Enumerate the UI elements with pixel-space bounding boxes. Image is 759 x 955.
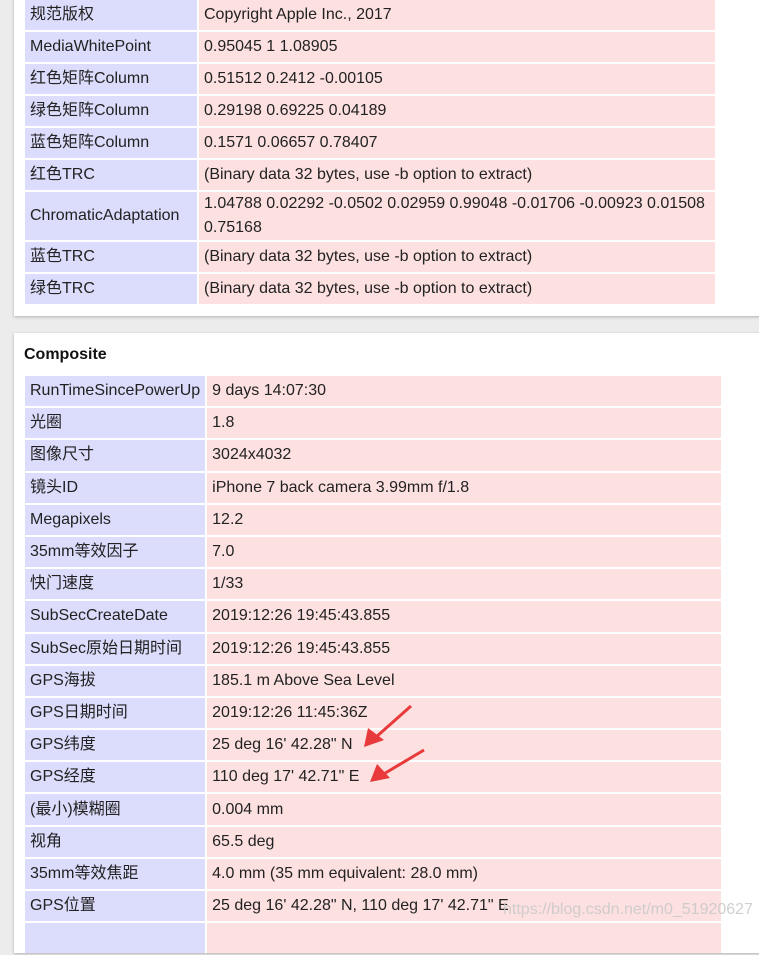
row-value: 9 days 14:07:30 — [205, 376, 722, 407]
table-row: ChromaticAdaptation 1.04788 0.02292 -0.05… — [25, 192, 715, 240]
row-key: 镜头ID — [25, 472, 206, 503]
table-row: SubSec原始日期时间 2019:12:26 19:45:43.855 — [25, 633, 722, 664]
row-key: GPS海拔 — [25, 665, 206, 696]
row-value: 0.29198 0.69225 0.04189 — [197, 96, 715, 126]
table-row: 规范版权 Copyright Apple Inc., 2017 — [25, 0, 715, 30]
row-key: 快门速度 — [25, 569, 206, 600]
composite-table: RunTimeSincePowerUp 9 days 14:07:30 光圈 1.8 图… — [25, 374, 722, 955]
row-value: 7.0 — [205, 536, 722, 568]
row-key: 规范版权 — [25, 0, 197, 30]
row-key: SubSec原始日期时间 — [25, 633, 206, 664]
row-value: (Binary data 32 bytes, use -b option to … — [197, 242, 715, 272]
row-key: (最小)模糊圈 — [25, 794, 206, 825]
composite-heading: Composite — [24, 346, 107, 363]
table-row: 绿色TRC (Binary data 32 bytes, use -b optio… — [25, 274, 715, 304]
row-value: 4.0 mm (35 mm equivalent: 28.0 mm) — [205, 858, 722, 889]
table-row: 蓝色TRC (Binary data 32 bytes, use -b optio… — [25, 242, 715, 272]
table-row: GPS海拔 185.1 m Above Sea Level — [25, 665, 722, 696]
row-key: GPS日期时间 — [25, 697, 206, 729]
row-key: 图像尺寸 — [25, 440, 206, 471]
table-row: (最小)模糊圈 0.004 mm — [25, 794, 722, 825]
table-row: RunTimeSincePowerUp 9 days 14:07:30 — [25, 376, 722, 407]
row-key: 红色矩阵Column — [25, 64, 197, 94]
row-value: 2019:12:26 11:45:36Z — [205, 697, 722, 729]
row-value: 2019:12:26 19:45:43.855 — [205, 633, 722, 664]
row-key: 蓝色TRC — [25, 242, 197, 272]
row-value: (Binary data 32 bytes, use -b option to … — [197, 274, 715, 304]
composite-card: Composite RunTimeSincePowerUp 9 days 14:0… — [14, 333, 759, 955]
row-value: 110 deg 17' 42.71" E — [205, 762, 722, 793]
table-row: 绿色矩阵Column 0.29198 0.69225 0.04189 — [25, 96, 715, 126]
row-value: 0.1571 0.06657 0.78407 — [197, 128, 715, 158]
row-key: MediaWhitePoint — [25, 32, 197, 62]
watermark: https://blog.csdn.net/m0_51920627 — [503, 901, 753, 918]
row-key: RunTimeSincePowerUp — [25, 376, 206, 407]
table-row: Megapixels 12.2 — [25, 504, 722, 535]
row-key: 视角 — [25, 826, 206, 857]
row-value: 3024x4032 — [205, 440, 722, 471]
table-row: 蓝色矩阵Column 0.1571 0.06657 0.78407 — [25, 128, 715, 158]
row-value: 12.2 — [205, 504, 722, 535]
row-value: 0.004 mm — [205, 794, 722, 825]
icc-profile-card: 规范版权 Copyright Apple Inc., 2017 MediaWhite… — [14, 0, 759, 316]
table-row: 光圈 1.8 — [25, 408, 722, 439]
row-key: 35mm等效因子 — [25, 536, 206, 568]
table-row: 红色TRC (Binary data 32 bytes, use -b optio… — [25, 160, 715, 190]
row-key: Megapixels — [25, 504, 206, 535]
table-row — [25, 923, 722, 954]
table-row: 35mm等效因子 7.0 — [25, 536, 722, 568]
row-key — [25, 923, 206, 954]
row-value: 1.8 — [205, 408, 722, 439]
row-value: 2019:12:26 19:45:43.855 — [205, 601, 722, 632]
icc-profile-table: 规范版权 Copyright Apple Inc., 2017 MediaWhite… — [25, 0, 715, 306]
table-row: GPS日期时间 2019:12:26 11:45:36Z — [25, 697, 722, 729]
row-value: 1.04788 0.02292 -0.0502 0.02959 0.99048 … — [197, 192, 715, 240]
row-value: 65.5 deg — [205, 826, 722, 857]
row-value: Copyright Apple Inc., 2017 — [197, 0, 715, 30]
row-value: 0.95045 1 1.08905 — [197, 32, 715, 62]
row-value: iPhone 7 back camera 3.99mm f/1.8 — [205, 472, 722, 503]
table-row: GPS纬度 25 deg 16' 42.28" N — [25, 730, 722, 761]
row-key: 35mm等效焦距 — [25, 858, 206, 889]
row-value: 0.51512 0.2412 -0.00105 — [197, 64, 715, 94]
row-key: 光圈 — [25, 408, 206, 439]
row-key: GPS位置 — [25, 891, 206, 922]
row-value: 1/33 — [205, 569, 722, 600]
row-key: GPS纬度 — [25, 730, 206, 761]
table-row: GPS经度 110 deg 17' 42.71" E — [25, 762, 722, 793]
table-row: MediaWhitePoint 0.95045 1 1.08905 — [25, 32, 715, 62]
table-row: 35mm等效焦距 4.0 mm (35 mm equivalent: 28.0 m… — [25, 858, 722, 889]
table-row: 红色矩阵Column 0.51512 0.2412 -0.00105 — [25, 64, 715, 94]
row-key: 红色TRC — [25, 160, 197, 190]
row-key: 绿色矩阵Column — [25, 96, 197, 126]
row-value: (Binary data 32 bytes, use -b option to … — [197, 160, 715, 190]
row-value: 25 deg 16' 42.28" N — [205, 730, 722, 761]
row-key: 绿色TRC — [25, 274, 197, 304]
row-key: 蓝色矩阵Column — [25, 128, 197, 158]
row-key: GPS经度 — [25, 762, 206, 793]
table-row: 视角 65.5 deg — [25, 826, 722, 857]
table-row: 镜头ID iPhone 7 back camera 3.99mm f/1.8 — [25, 472, 722, 503]
table-row: SubSecCreateDate 2019:12:26 19:45:43.855 — [25, 601, 722, 632]
table-row: 快门速度 1/33 — [25, 569, 722, 600]
table-row: 图像尺寸 3024x4032 — [25, 440, 722, 471]
row-value — [205, 923, 722, 954]
row-key: ChromaticAdaptation — [25, 192, 197, 240]
row-key: SubSecCreateDate — [25, 601, 206, 632]
row-value: 185.1 m Above Sea Level — [205, 665, 722, 696]
